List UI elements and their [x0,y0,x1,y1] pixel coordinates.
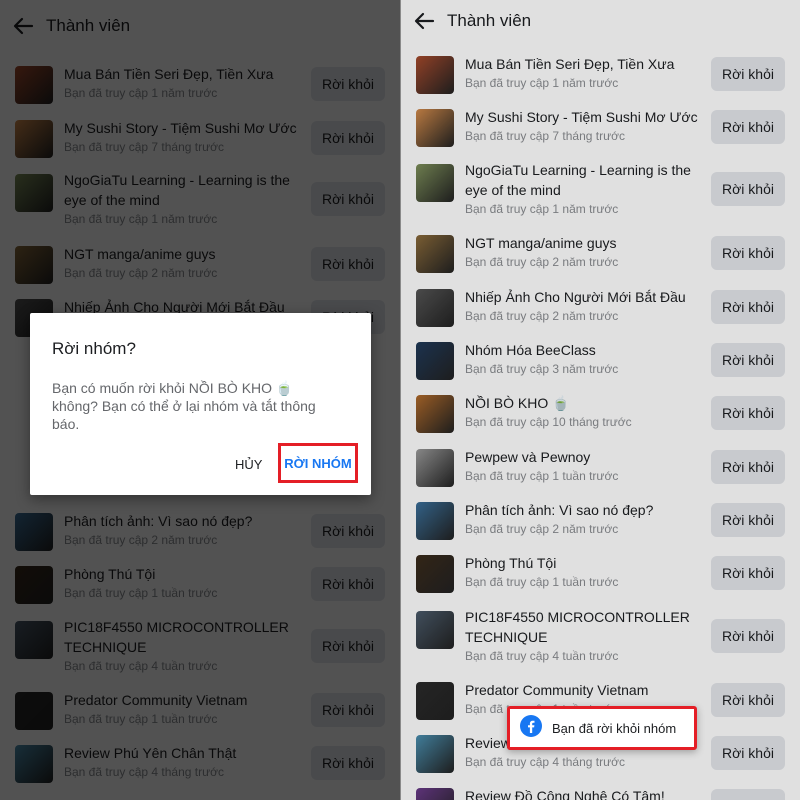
right-screen: Thành viên Mua Bán Tiền Seri Đẹp, Tiền X… [401,0,800,800]
dialog-title: Rời nhóm? [52,339,136,358]
left-group-toast: Bạn đã rời khỏi nhóm [507,706,697,750]
dim-overlay [401,0,800,800]
cancel-button[interactable]: HỦY [235,457,262,472]
leave-group-button[interactable]: RỜI NHÓM [278,443,358,483]
leave-group-dialog: Rời nhóm? Bạn có muốn rời khỏi NỒI BÒ KH… [30,313,371,495]
dialog-message: Bạn có muốn rời khỏi NỒI BÒ KHO 🍵 không?… [52,380,316,432]
toast-message: Bạn đã rời khỏi nhóm [552,720,677,736]
left-screen: Thành viên Mua Bán Tiền Seri Đẹp, Tiền X… [0,0,400,800]
facebook-icon [520,714,542,742]
